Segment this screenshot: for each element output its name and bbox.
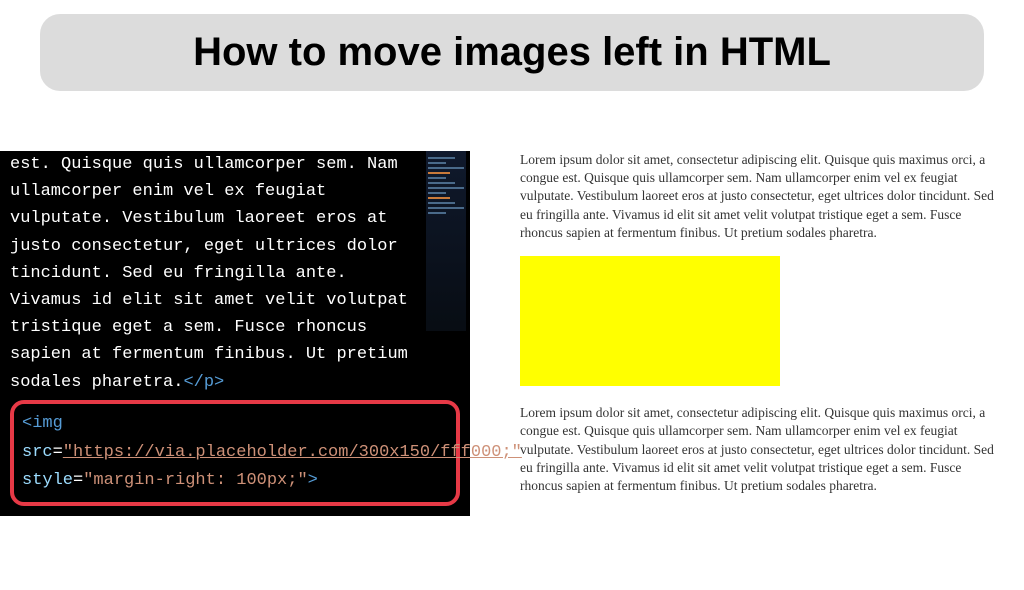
placeholder-image — [520, 256, 780, 386]
closing-p-tag: </p> — [183, 373, 224, 392]
style-attr-name: style — [22, 471, 73, 490]
img-tag-open: <img — [22, 414, 63, 433]
highlighted-code-box: <img src="https://via.placeholder.com/30… — [10, 400, 460, 507]
code-body-text: est. Quisque quis ullamcorper sem. Nam u… — [10, 151, 410, 396]
content-row: est. Quisque quis ullamcorper sem. Nam u… — [0, 151, 1024, 516]
page-title: How to move images left in HTML — [60, 30, 964, 75]
code-lorem: est. Quisque quis ullamcorper sem. Nam u… — [10, 155, 418, 392]
src-attr-value: "https://via.placeholder.com/300x150/fff… — [63, 443, 522, 462]
preview-paragraph-2: Lorem ipsum dolor sit amet, consectetur … — [520, 404, 1000, 495]
img-tag-close: > — [308, 471, 318, 490]
title-banner: How to move images left in HTML — [40, 14, 984, 91]
code-editor-panel: est. Quisque quis ullamcorper sem. Nam u… — [0, 151, 470, 516]
minimap-lines — [428, 157, 464, 217]
src-attr-name: src — [22, 443, 53, 462]
browser-preview-panel: Lorem ipsum dolor sit amet, consectetur … — [470, 151, 1024, 516]
style-attr-value: "margin-right: 100px;" — [83, 471, 307, 490]
preview-paragraph-1: Lorem ipsum dolor sit amet, consectetur … — [520, 151, 1000, 242]
